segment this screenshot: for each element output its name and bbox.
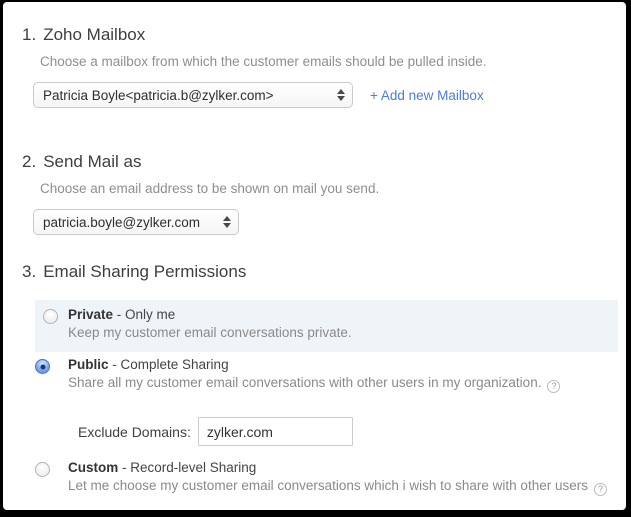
private-option-label: Private - Only me (68, 306, 352, 323)
section-number: 3. (22, 262, 36, 282)
select-stepper-icon (337, 89, 345, 101)
option-row-private: Private - Only me Keep my customer email… (35, 300, 618, 352)
section-description: Choose a mailbox from which the customer… (40, 54, 486, 70)
help-icon[interactable]: ? (594, 483, 607, 496)
send-mail-as-select[interactable]: patricia.boyle@zylker.com (33, 209, 239, 235)
exclude-domains-label: Exclude Domains: (78, 424, 191, 440)
custom-option-label: Custom - Record-level Sharing (68, 459, 607, 476)
send-mail-as-select-value: patricia.boyle@zylker.com (43, 215, 200, 230)
select-stepper-icon (223, 216, 231, 228)
private-radio[interactable] (43, 309, 58, 324)
section-title: Send Mail as (43, 152, 141, 172)
email-settings-panel: 1. Zoho Mailbox Choose a mailbox from wh… (3, 2, 626, 510)
exclude-domains-input[interactable] (198, 417, 353, 446)
public-option-description: Share all my customer email conversation… (68, 375, 560, 393)
section-heading: 1. Zoho Mailbox (22, 25, 486, 45)
private-option-description: Keep my customer email conversations pri… (68, 325, 352, 341)
custom-option-description: Let me choose my customer email conversa… (68, 478, 607, 496)
add-new-mailbox-link[interactable]: + Add new Mailbox (370, 88, 484, 103)
section-number: 1. (22, 25, 36, 45)
section-send-mail-as: 2. Send Mail as Choose an email address … (22, 152, 379, 235)
section-description: Choose an email address to be shown on m… (40, 181, 379, 197)
section-number: 2. (22, 152, 36, 172)
section-zoho-mailbox: 1. Zoho Mailbox Choose a mailbox from wh… (22, 25, 486, 108)
custom-radio[interactable] (35, 462, 50, 477)
section-heading: 2. Send Mail as (22, 152, 379, 172)
section-title: Zoho Mailbox (43, 25, 145, 45)
public-option-label: Public - Complete Sharing (68, 356, 560, 373)
exclude-domains-row: Exclude Domains: (78, 417, 353, 446)
option-row-custom: Custom - Record-level Sharing Let me cho… (35, 457, 625, 496)
section-title: Email Sharing Permissions (43, 262, 246, 282)
mailbox-select[interactable]: Patricia Boyle<patricia.b@zylker.com> (33, 82, 353, 108)
help-icon[interactable]: ? (547, 380, 560, 393)
section-email-sharing-permissions: 3. Email Sharing Permissions (22, 262, 246, 282)
option-row-public: Public - Complete Sharing Share all my c… (35, 354, 618, 393)
public-radio[interactable] (35, 359, 50, 374)
mailbox-select-value: Patricia Boyle<patricia.b@zylker.com> (43, 88, 274, 103)
section-heading: 3. Email Sharing Permissions (22, 262, 246, 282)
